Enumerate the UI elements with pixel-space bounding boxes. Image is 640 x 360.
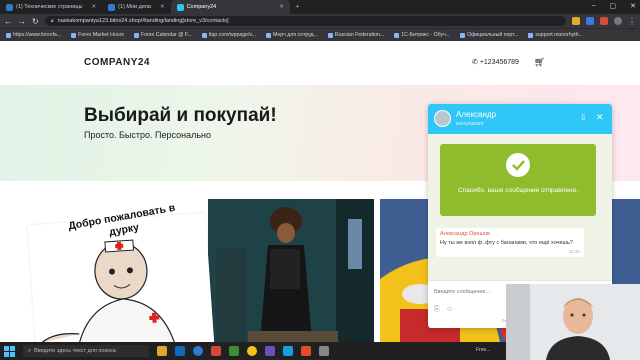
address-bar-row: ← → ↻ 🔒︎ naskakompaniya123.bitrix24.shop… <box>0 14 640 28</box>
bookmark-icon <box>394 32 400 38</box>
fashion-photo-illustration <box>208 199 374 342</box>
reload-icon[interactable]: ↻ <box>32 17 39 26</box>
edge-icon[interactable] <box>193 346 203 356</box>
bookmark-icon <box>460 32 466 38</box>
browser-tab-strip: (1) Технические страницы ✕ (1) Мои дела … <box>0 0 640 14</box>
plus-icon: + <box>295 4 300 10</box>
webcam-overlay <box>506 284 640 360</box>
minimize-icon[interactable]: – <box>592 2 596 10</box>
bitrix-icon <box>6 3 13 11</box>
bitrix-icon <box>108 3 116 11</box>
back-icon[interactable]: ← <box>4 17 12 26</box>
hero-subtitle: Просто. Быстро. Персонально <box>84 130 211 140</box>
close-icon[interactable]: ✕ <box>279 4 284 10</box>
bookmark-icon <box>201 32 207 38</box>
product-photo[interactable] <box>208 199 374 342</box>
taskbar-notification[interactable]: Free... <box>476 347 490 353</box>
tab-label: (1) Технические страницы <box>16 4 83 10</box>
bookmark-icon <box>327 32 333 38</box>
tab-my-tasks[interactable]: (1) Мои дела ✕ <box>102 0 171 14</box>
windows-start-icon[interactable] <box>4 345 15 357</box>
bookmark[interactable]: Russian Federation... <box>327 32 384 38</box>
message-author: Александр Орешов <box>440 231 490 237</box>
forward-icon[interactable]: → <box>18 17 26 26</box>
close-icon[interactable]: ✕ <box>160 4 165 10</box>
bookmark[interactable]: https://www.forexfa... <box>6 32 61 38</box>
site-logo[interactable]: COMPANY24 <box>84 57 150 68</box>
bookmark[interactable]: Мерч для сотруд... <box>266 32 318 38</box>
taskbar-search[interactable]: ⌕ Введите здесь текст для поиска <box>23 345 149 357</box>
phone-icon: ✆ <box>472 59 480 66</box>
chat-header: Александр консультант ⇩ ✕ <box>428 104 612 134</box>
extension-icon[interactable] <box>600 17 608 25</box>
message-time: 12:41 <box>568 249 580 254</box>
menu-icon[interactable]: ⋮ <box>628 17 636 26</box>
bookmark-icon <box>71 32 77 38</box>
success-check-circle <box>506 153 530 177</box>
url-text: naskakompaniya123.bitrix24.shop/#landing… <box>57 18 229 24</box>
tab-company24[interactable]: Company24 ✕ <box>170 0 290 14</box>
bookmark[interactable]: Forex Calendar @ F... <box>134 32 192 38</box>
mail-icon[interactable] <box>211 346 221 356</box>
success-message: Спасибо, ваше сообщение отправлено. <box>457 187 579 194</box>
lock-icon: 🔒︎ <box>50 17 54 24</box>
window-controls: – ▢ ✕ <box>592 2 636 10</box>
maximize-icon[interactable]: ▢ <box>610 2 617 10</box>
success-notice: Спасибо, ваше сообщение отправлено. <box>440 144 596 216</box>
tab-label: Company24 <box>186 4 217 10</box>
tab-technical-pages[interactable]: (1) Технические страницы ✕ <box>0 0 102 14</box>
emoji-icon[interactable]: ☺ <box>446 306 453 313</box>
operator-role: консультант <box>456 121 484 127</box>
checkmark-icon <box>512 160 525 171</box>
hero-title: Выбирай и покупай! <box>84 105 277 126</box>
url-field[interactable]: 🔒︎ naskakompaniya123.bitrix24.shop/#land… <box>44 16 566 26</box>
telegram-icon[interactable] <box>283 346 293 356</box>
site-header: COMPANY24 ✆ +123456789 🛒︎ <box>0 41 640 85</box>
bookmark[interactable]: support.monorhyth... <box>528 32 583 38</box>
file-explorer-icon[interactable] <box>157 346 167 356</box>
bookmark[interactable]: 1С-Битрикс - Обуч... <box>394 32 450 38</box>
extension-icon[interactable] <box>572 17 580 25</box>
cart-icon[interactable]: 🛒︎ <box>534 57 545 68</box>
app-icon[interactable] <box>319 346 329 356</box>
message-text: Ну ты же взял ф..фту с бананами, что ещё… <box>440 240 573 246</box>
extension-icon[interactable] <box>586 17 594 25</box>
tab-label: (1) Мои дела <box>118 4 151 10</box>
app-icon[interactable] <box>265 346 275 356</box>
site-icon <box>176 3 184 11</box>
bookmarks-bar: https://www.forexfa... Forex Market Hour… <box>0 28 640 41</box>
bookmark[interactable]: Forex Market Hours <box>71 32 124 38</box>
close-window-icon[interactable]: ✕ <box>630 2 636 10</box>
chat-message: Александр Орешов Ну ты же взял ф..фту с … <box>436 228 584 257</box>
search-icon: ⌕ <box>28 347 32 354</box>
close-chat-icon[interactable]: ✕ <box>596 112 604 123</box>
operator-avatar <box>434 110 451 127</box>
attach-icon[interactable]: ⎘ <box>434 306 440 314</box>
bookmark[interactable]: Официальный порт... <box>460 32 518 38</box>
chrome-icon[interactable] <box>247 346 257 356</box>
new-tab-button[interactable]: + <box>290 0 305 14</box>
bookmark-icon <box>266 32 272 38</box>
presenter-video <box>506 284 640 360</box>
taskbar: ⌕ Введите здесь текст для поиска Free... <box>0 342 506 360</box>
app-icon[interactable] <box>229 346 239 356</box>
minimize-chat-icon[interactable]: ⇩ <box>580 113 587 122</box>
store-icon[interactable] <box>175 346 185 356</box>
bookmark-icon <box>528 32 534 38</box>
chat-messages: Спасибо, ваше сообщение отправлено. Алек… <box>428 134 612 280</box>
close-icon[interactable]: ✕ <box>91 4 96 10</box>
bookmark-icon <box>134 32 139 38</box>
bookmark[interactable]: tlap.com/wppage/v... <box>201 32 256 38</box>
operator-name: Александр <box>456 110 497 119</box>
profile-avatar[interactable] <box>614 17 622 25</box>
bookmark-icon <box>6 32 11 38</box>
phone-number[interactable]: ✆ +123456789 <box>472 58 519 66</box>
app-icon[interactable] <box>301 346 311 356</box>
search-placeholder: Введите здесь текст для поиска <box>34 348 116 354</box>
